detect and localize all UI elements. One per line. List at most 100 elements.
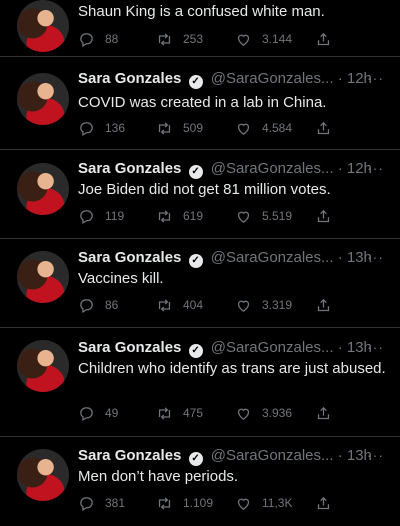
retweet-icon [158,406,171,420]
reply-count: 49 [105,406,119,420]
like-icon [237,498,250,510]
tweet[interactable]: Sara Gonzales ✓ @SaraGonzales... · 13h ·… [0,238,400,328]
like-button[interactable]: 4.584 [235,118,292,138]
tweet-text: Vaccines kill. [78,270,164,287]
more-dots-icon[interactable]: ··· [367,160,384,176]
retweet-button[interactable]: 509 [156,118,203,138]
share-button[interactable] [315,493,342,513]
avatar[interactable] [17,449,69,501]
retweet-icon [158,121,171,135]
share-button[interactable] [315,118,342,138]
tweet-actions: 381 1.109 11,3K [78,493,338,513]
author-handle[interactable]: @SaraGonzales... [211,339,334,356]
reply-icon [80,298,93,313]
retweet-button[interactable]: 619 [156,206,203,226]
retweet-icon [158,496,171,510]
share-icon [317,121,330,134]
retweet-button[interactable]: 404 [156,295,203,315]
share-button[interactable] [315,206,342,226]
reply-button[interactable]: 119 [78,206,124,226]
tweet[interactable]: Sara Gonzales ✓ @SaraGonzales... · 12h ·… [0,56,400,150]
like-count: 5.519 [262,209,293,223]
author-name[interactable]: Sara Gonzales [78,70,181,87]
retweet-count: 509 [183,121,204,135]
like-count: 3.319 [262,298,293,312]
tweet-text: Joe Biden did not get 81 million votes. [78,181,331,198]
reply-button[interactable]: 88 [78,29,118,49]
author-name[interactable]: Sara Gonzales [78,447,181,464]
retweet-button[interactable]: 475 [156,403,203,423]
verified-badge-icon: ✓ [188,165,203,179]
like-icon [237,34,250,46]
reply-icon [80,496,93,511]
reply-count: 381 [105,496,126,510]
more-dots-icon[interactable]: ··· [367,447,384,463]
tweet-header: Sara Gonzales ✓ @SaraGonzales... · 12h [78,70,392,89]
like-button[interactable]: 3.319 [235,295,292,315]
like-button[interactable]: 3.144 [235,29,292,49]
share-button[interactable] [315,295,342,315]
retweet-icon [158,209,171,223]
author-handle[interactable]: @SaraGonzales... [211,249,334,266]
tweet-text: Shaun King is a confused white man. [78,3,325,20]
like-icon [237,300,250,312]
reply-button[interactable]: 86 [78,295,118,315]
author-name[interactable]: Sara Gonzales [78,339,181,356]
tweet-text: Men don’t have periods. [78,468,239,485]
like-count: 3.144 [262,32,293,46]
share-icon [317,298,330,311]
like-button[interactable]: 11,3K [235,493,292,513]
retweet-icon [158,32,171,46]
retweet-button[interactable]: 253 [156,29,203,49]
reply-button[interactable]: 49 [78,403,118,423]
tweet-actions: 88 253 3.144 [78,29,338,49]
tweet-header: Sara Gonzales ✓ @SaraGonzales... · 13h [78,339,392,358]
avatar[interactable] [17,251,69,303]
author-handle[interactable]: @SaraGonzales... [211,160,334,177]
author-handle[interactable]: @SaraGonzales... [211,447,334,464]
reply-icon [80,209,93,224]
reply-icon [80,121,93,136]
avatar[interactable] [17,73,69,125]
verified-badge-icon: ✓ [188,254,203,268]
tweet-actions: 136 509 4.584 [78,118,338,138]
tweet[interactable]: Shaun King is a confused white man. 88 2… [0,0,400,57]
verified-badge-icon: ✓ [188,344,203,358]
like-icon [237,123,250,135]
like-count: 3.936 [262,406,293,420]
avatar[interactable] [17,163,69,215]
reply-button[interactable]: 381 [78,493,125,513]
avatar[interactable] [17,0,69,52]
tweet[interactable]: Sara Gonzales ✓ @SaraGonzales... · 12h ·… [0,149,400,239]
retweet-icon [158,298,171,312]
tweet-header: Sara Gonzales ✓ @SaraGonzales... · 13h [78,249,392,268]
reply-icon [80,32,93,47]
share-icon [317,496,330,509]
like-button[interactable]: 3.936 [235,403,292,423]
reply-button[interactable]: 136 [78,118,125,138]
share-icon [317,209,330,222]
more-dots-icon[interactable]: ··· [367,249,384,265]
share-button[interactable] [315,403,342,423]
author-name[interactable]: Sara Gonzales [78,160,181,177]
tweet-text: Children who identify as trans are just … [78,360,386,377]
author-name[interactable]: Sara Gonzales [78,249,181,266]
retweet-button[interactable]: 1.109 [156,493,213,513]
tweet[interactable]: Sara Gonzales ✓ @SaraGonzales... · 13h ·… [0,436,400,526]
like-button[interactable]: 5.519 [235,206,292,226]
reply-count: 86 [105,298,119,312]
tweet-actions: 49 475 3.936 [78,403,338,423]
avatar[interactable] [17,340,69,392]
more-dots-icon[interactable]: ··· [367,339,384,355]
retweet-count: 619 [183,209,204,223]
tweet[interactable]: Sara Gonzales ✓ @SaraGonzales... · 13h ·… [0,327,400,437]
more-dots-icon[interactable]: ··· [367,70,384,86]
author-handle[interactable]: @SaraGonzales... [211,70,334,87]
reply-count: 119 [105,209,125,223]
share-button[interactable] [315,29,342,49]
reply-count: 136 [105,121,126,135]
tweet-header: Sara Gonzales ✓ @SaraGonzales... · 13h [78,447,392,466]
tweet-actions: 119 619 5.519 [78,206,338,226]
like-count: 11,3K [262,496,293,510]
share-icon [317,406,330,419]
